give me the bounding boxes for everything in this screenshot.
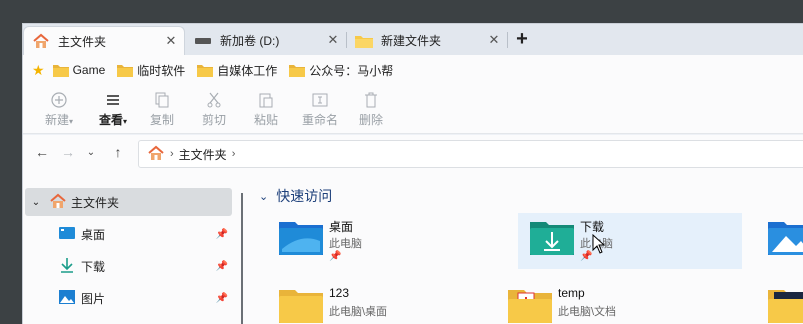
sidebar-item-home[interactable]: ⌄ 主文件夹 (25, 188, 232, 216)
bookmark-label: 公众号：马小帮 (309, 63, 394, 78)
delete-button[interactable]: 删除 (351, 89, 391, 128)
command-toolbar: 新建▾ 查看▾ 复制 剪切 粘贴 重命名 删除 (23, 85, 803, 134)
quick-access-tile-pictures[interactable]: 图 此 📌 (756, 213, 803, 269)
rename-icon (298, 89, 342, 111)
folder-icon (508, 290, 552, 323)
plus-circle-icon (39, 89, 79, 111)
rename-button[interactable]: 重命名 (298, 89, 342, 128)
recent-chevron-down-icon[interactable]: ⌄ (81, 147, 101, 158)
folder-icon (289, 64, 306, 77)
downloads-folder-icon (530, 222, 574, 255)
pane-splitter[interactable] (241, 193, 243, 324)
pin-icon[interactable]: 📌 (216, 261, 228, 272)
back-arrow-icon[interactable]: ← (32, 144, 52, 160)
drive-icon (194, 33, 212, 49)
main-pane: ⌄ 快速访问 桌面 此电脑 📌 下载 此电脑 📌 图 此 📌 (251, 173, 803, 324)
folder-icon (117, 64, 134, 77)
bookmark-label: 自媒体工作 (217, 63, 278, 78)
bookmark-game[interactable]: Game (52, 63, 106, 77)
sidebar-item-label: 图片 (81, 291, 106, 306)
quick-access-tile-desktop[interactable]: 桌面 此电脑 📌 (267, 213, 491, 269)
home-icon (49, 193, 67, 212)
mouse-cursor-icon (592, 234, 606, 254)
home-icon (32, 33, 50, 49)
section-title: 快速访问 (276, 188, 333, 204)
desktop-icon (59, 226, 75, 243)
sidebar-item-label: 主文件夹 (71, 195, 120, 210)
up-arrow-icon[interactable]: ↑ (108, 144, 128, 160)
pin-icon[interactable]: 📌 (216, 229, 228, 240)
new-button[interactable]: 新建▾ (39, 89, 79, 128)
tab-label: 新建文件夹 (381, 34, 442, 48)
quick-access-tile-temp[interactable]: temp 此电脑\文档 (496, 281, 720, 324)
copy-button[interactable]: 复制 (142, 89, 182, 128)
folder-icon (197, 64, 214, 77)
folder-icon (279, 290, 323, 323)
quick-access-tile-123[interactable]: 123 此电脑\桌面 (267, 281, 491, 324)
sidebar-item-downloads[interactable]: 下载 📌 (25, 252, 232, 280)
close-icon[interactable]: ✕ (164, 34, 178, 48)
close-icon[interactable]: ✕ (326, 33, 340, 47)
navigation-row: ← → ⌄ ↑ › 主文件夹 › (23, 135, 803, 173)
close-icon[interactable]: ✕ (487, 33, 501, 47)
forward-arrow-icon[interactable]: → (58, 144, 78, 160)
cut-button[interactable]: 剪切 (194, 89, 234, 128)
view-list-icon (91, 89, 135, 111)
sidebar-item-desktop[interactable]: 桌面 📌 (25, 220, 232, 248)
address-bar[interactable]: › 主文件夹 › (138, 140, 803, 168)
breadcrumb-item[interactable]: 主文件夹 (179, 146, 227, 163)
pictures-icon (59, 289, 75, 307)
quick-access-tile-downloads[interactable]: 下载 此电脑 📌 (518, 213, 742, 269)
content-area: ⌄ 主文件夹 桌面 📌 下载 📌 图片 📌 ⌄ 快速访问 桌面 此电脑 📌 下载… (23, 173, 803, 324)
pin-icon: 📌 (329, 251, 342, 262)
bookmarks-bar: ★ Game 临时软件 自媒体工作 公众号：马小帮 (23, 55, 803, 85)
sidebar-item-label: 下载 (81, 259, 106, 274)
quick-access-header[interactable]: ⌄ 快速访问 (259, 186, 332, 206)
bookmark-label: Game (72, 63, 106, 77)
pin-icon: 📌 (580, 251, 593, 262)
view-button[interactable]: 查看▾ (91, 89, 135, 128)
chevron-right-icon: › (170, 148, 174, 160)
desktop-folder-icon (279, 222, 323, 255)
paste-icon (246, 89, 286, 111)
pictures-folder-icon (768, 222, 803, 255)
star-icon: ★ (32, 61, 45, 78)
chevron-right-icon[interactable]: › (232, 148, 236, 160)
sidebar-item-label: 桌面 (81, 227, 106, 242)
bookmark-official-account[interactable]: 公众号：马小帮 (289, 62, 393, 79)
tab-divider (507, 32, 508, 48)
tab-label: 新加卷 (D:) (220, 34, 280, 48)
tab-bar: 主文件夹 ✕ 新加卷 (D:) ✕ 新建文件夹 ✕ + (23, 24, 803, 55)
download-icon (59, 257, 75, 276)
bookmark-media-work[interactable]: 自媒体工作 (197, 62, 277, 79)
folder-icon (355, 33, 373, 49)
trash-icon (351, 89, 391, 111)
tab-drive-d[interactable]: 新加卷 (D:) ✕ (186, 26, 346, 55)
chevron-down-icon[interactable]: ⌄ (25, 197, 47, 208)
folder-icon (768, 290, 803, 323)
new-tab-button[interactable]: + (511, 29, 533, 51)
bookmark-temp-software[interactable]: 临时软件 (117, 62, 185, 79)
tab-home[interactable]: 主文件夹 ✕ (23, 26, 185, 55)
paste-button[interactable]: 粘贴 (246, 89, 286, 128)
tab-new-folder[interactable]: 新建文件夹 ✕ (347, 26, 507, 55)
sidebar-item-pictures[interactable]: 图片 📌 (25, 284, 232, 312)
home-icon (147, 145, 165, 164)
tab-label: 主文件夹 (58, 34, 107, 49)
navigation-pane: ⌄ 主文件夹 桌面 📌 下载 📌 图片 📌 (23, 185, 235, 324)
quick-access-tile-official[interactable]: 公 此 (756, 281, 803, 324)
bookmark-label: 临时软件 (137, 63, 186, 78)
chevron-down-icon[interactable]: ⌄ (259, 190, 268, 203)
folder-icon (52, 64, 69, 77)
copy-icon (142, 89, 182, 111)
pin-icon[interactable]: 📌 (216, 293, 228, 304)
scissors-icon (194, 89, 234, 111)
file-explorer-window: 主文件夹 ✕ 新加卷 (D:) ✕ 新建文件夹 ✕ + ★ Game 临时软件 … (22, 23, 803, 324)
